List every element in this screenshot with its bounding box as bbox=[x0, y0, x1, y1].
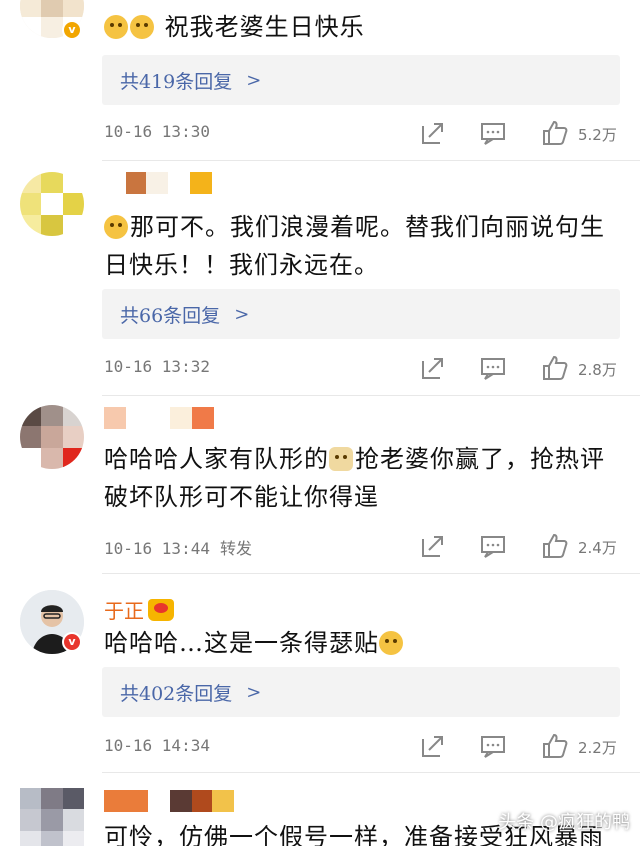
username-blurred[interactable] bbox=[104, 172, 212, 194]
laughing-emoji-icon bbox=[104, 215, 128, 239]
share-icon[interactable] bbox=[420, 533, 446, 559]
avatar[interactable] bbox=[20, 788, 84, 846]
like-icon[interactable] bbox=[542, 733, 568, 759]
like-count: 5.2万 bbox=[578, 126, 617, 144]
comment-icon[interactable] bbox=[480, 533, 506, 559]
divider bbox=[102, 160, 640, 161]
view-replies-button[interactable]: 共419条回复 > bbox=[102, 55, 620, 105]
share-icon[interactable] bbox=[420, 355, 446, 381]
like-count: 2.2万 bbox=[578, 739, 617, 757]
like-icon[interactable] bbox=[542, 120, 568, 146]
comment-text: 哈哈哈人家有队形的 抢老婆你赢了，抢热评破坏队形可不能让你得逞 bbox=[104, 445, 605, 511]
smirk-emoji-icon bbox=[379, 631, 403, 655]
username-blurred[interactable] bbox=[104, 790, 234, 812]
username-blurred[interactable] bbox=[104, 407, 214, 429]
like-count: 2.4万 bbox=[578, 539, 617, 557]
share-icon[interactable] bbox=[420, 733, 446, 759]
doge-emoji-icon bbox=[104, 15, 128, 39]
watermark: 头条 @疯狂的鸭 bbox=[498, 812, 630, 833]
comment-text: 祝我老婆生日快乐 bbox=[104, 8, 624, 46]
like-icon[interactable] bbox=[542, 533, 568, 559]
view-replies-button[interactable]: 共66条回复 > bbox=[102, 289, 620, 339]
like-count: 2.8万 bbox=[578, 361, 617, 379]
share-icon[interactable] bbox=[420, 120, 446, 146]
username[interactable]: 于正 bbox=[104, 595, 174, 624]
divider bbox=[102, 772, 640, 773]
comment-icon[interactable] bbox=[480, 355, 506, 381]
timestamp: 10-16 14:34 bbox=[104, 736, 210, 755]
chevron-right-icon: > bbox=[246, 69, 262, 91]
doge-emoji-icon bbox=[130, 15, 154, 39]
timestamp: 10-16 13:30 bbox=[104, 122, 210, 141]
comment-text: 哈哈哈…这是一条得瑟贴 bbox=[104, 624, 624, 662]
like-icon[interactable] bbox=[542, 355, 568, 381]
chevron-right-icon: > bbox=[234, 303, 250, 325]
forward-label: 转发 bbox=[219, 539, 252, 558]
timestamp: 10-16 13:32 bbox=[104, 357, 210, 376]
comment-icon[interactable] bbox=[480, 733, 506, 759]
avatar[interactable] bbox=[20, 172, 84, 236]
divider bbox=[102, 395, 640, 396]
timestamp: 10-16 13:44 转发 bbox=[104, 539, 252, 558]
verified-badge-icon: v bbox=[62, 632, 82, 652]
view-replies-button[interactable]: 共402条回复 > bbox=[102, 667, 620, 717]
divider bbox=[102, 573, 640, 574]
comment-icon[interactable] bbox=[480, 120, 506, 146]
verified-badge-icon: v bbox=[62, 20, 82, 40]
comment-text: 那可不。我们浪漫着呢。替我们向丽说句生日快乐！！我们永远在。 bbox=[104, 213, 605, 279]
chevron-right-icon: > bbox=[246, 681, 262, 703]
cat-emoji-icon bbox=[329, 447, 353, 471]
avatar[interactable] bbox=[20, 405, 84, 469]
crown-icon bbox=[148, 599, 174, 621]
